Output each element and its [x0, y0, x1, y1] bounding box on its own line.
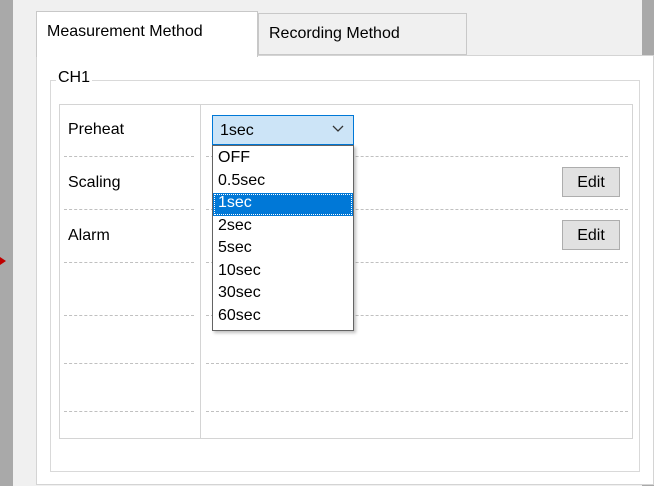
settings-grid: Preheat Scaling Alarm 1sec OFF 0.5sec 1s…	[59, 104, 633, 439]
alarm-edit-button[interactable]: Edit	[562, 220, 620, 250]
dropdown-option-off[interactable]: OFF	[213, 148, 353, 171]
row-divider	[64, 262, 194, 263]
dropdown-option-0.5sec[interactable]: 0.5sec	[213, 171, 353, 194]
ch1-group: CH1 Preheat Scaling Alarm 1sec OFF 0.5se…	[50, 69, 640, 472]
preheat-dropdown-list: OFF 0.5sec 1sec 2sec 5sec 10sec 30sec 60…	[212, 145, 354, 331]
row-divider	[64, 209, 194, 210]
row-divider	[64, 315, 194, 316]
preheat-select[interactable]: 1sec	[212, 115, 354, 145]
row-divider	[64, 156, 194, 157]
row-divider	[64, 363, 194, 364]
settings-panel: Measurement Method Recording Method CH1 …	[13, 0, 654, 486]
tab-recording-method[interactable]: Recording Method	[258, 13, 467, 55]
dropdown-option-60sec[interactable]: 60sec	[213, 306, 353, 329]
dropdown-option-10sec[interactable]: 10sec	[213, 261, 353, 284]
chevron-down-icon	[331, 119, 345, 140]
row-divider	[206, 411, 628, 412]
tab-content: CH1 Preheat Scaling Alarm 1sec OFF 0.5se…	[36, 55, 654, 485]
dropdown-option-30sec[interactable]: 30sec	[213, 283, 353, 306]
dropdown-option-2sec[interactable]: 2sec	[213, 216, 353, 239]
row-divider	[64, 411, 194, 412]
dropdown-option-1sec[interactable]: 1sec	[213, 193, 353, 216]
row-label-preheat: Preheat	[68, 121, 125, 138]
row-label-alarm: Alarm	[68, 227, 110, 244]
preheat-select-value: 1sec	[220, 122, 254, 139]
row-label-scaling: Scaling	[68, 174, 121, 191]
group-title: CH1	[56, 69, 93, 87]
dropdown-option-5sec[interactable]: 5sec	[213, 238, 353, 261]
tab-measurement-method[interactable]: Measurement Method	[36, 11, 258, 57]
scaling-edit-button[interactable]: Edit	[562, 167, 620, 197]
row-divider	[206, 363, 628, 364]
column-divider	[200, 105, 201, 438]
arrow-marker-icon	[0, 257, 6, 265]
